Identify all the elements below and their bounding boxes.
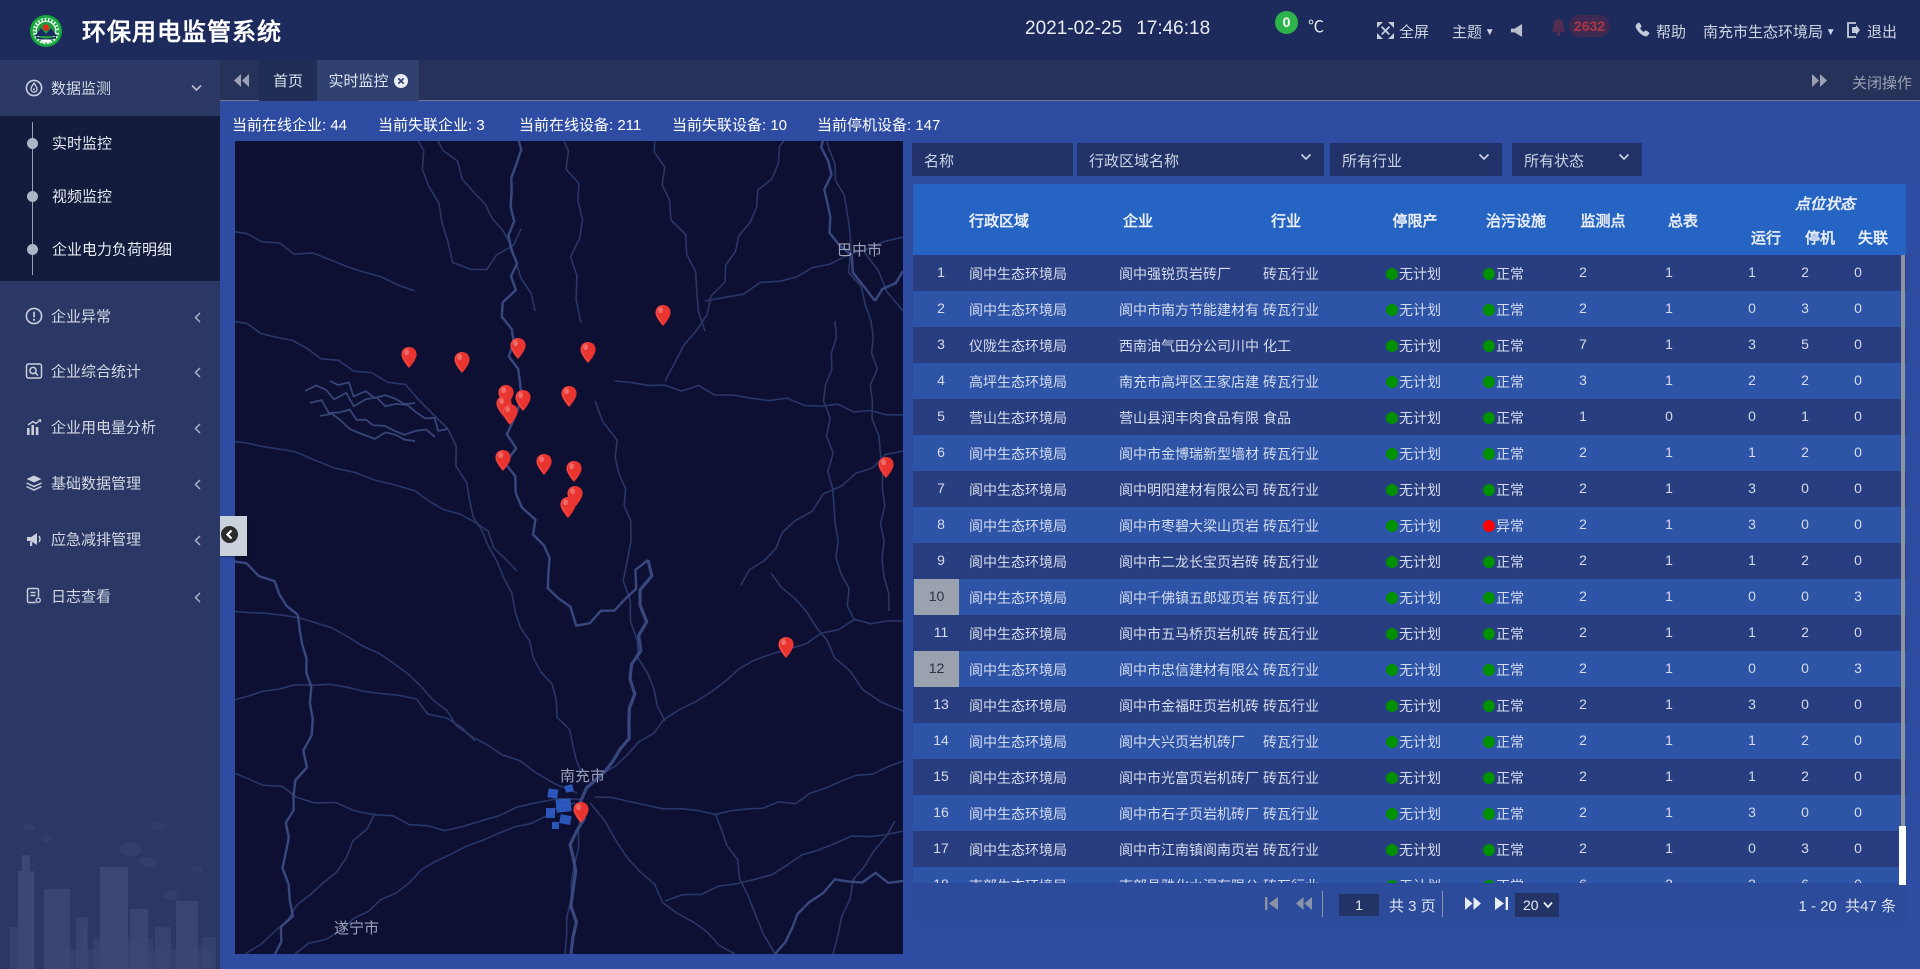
svg-text:南充市: 南充市 [560, 768, 605, 785]
svg-text:遂宁市: 遂宁市 [334, 920, 379, 937]
svg-text:巴中市: 巴中市 [837, 242, 882, 259]
